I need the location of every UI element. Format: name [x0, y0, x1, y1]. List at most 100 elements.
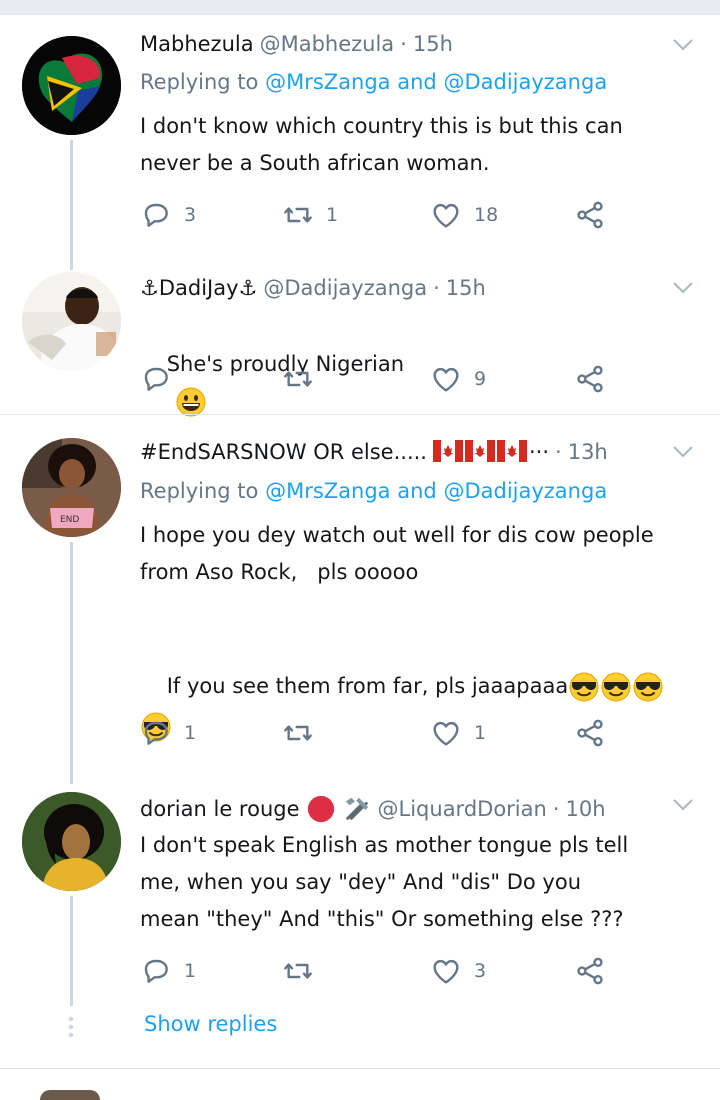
replying-to: Replying to @MrsZanga and @Dadijayzanga [140, 70, 608, 94]
share-icon [574, 363, 606, 395]
replying-to: Replying to @MrsZanga and @Dadijayzanga [140, 479, 608, 503]
timestamp[interactable]: 15h [413, 32, 453, 56]
separator-dot: · [555, 440, 562, 464]
retweet-icon [282, 363, 314, 395]
share-button[interactable] [574, 716, 606, 750]
separator-dot: · [400, 32, 407, 56]
display-name[interactable]: Mabhezula [140, 32, 254, 56]
display-name[interactable]: #EndSARSNOW OR else..... [140, 440, 427, 464]
retweet-count: 1 [326, 204, 339, 226]
heart-icon [430, 199, 462, 231]
like-button[interactable]: 1 [430, 716, 486, 750]
handle[interactable]: @Dadijayzanga [263, 276, 427, 300]
next-reply-partial [40, 1090, 100, 1100]
show-replies-link[interactable]: Show replies [144, 1012, 277, 1036]
separator-dot: · [552, 797, 560, 821]
reply-text: I hope you dey watch out well for dis co… [140, 523, 654, 584]
reply-button[interactable]: 1 [140, 716, 196, 750]
timestamp[interactable]: 13h [568, 440, 608, 464]
thread-divider [0, 414, 720, 415]
share-button[interactable] [574, 362, 606, 396]
reply-header: dorian le rouge @LiquardDorian · 10h [140, 794, 660, 824]
like-count: 18 [474, 204, 499, 226]
timestamp[interactable]: 10h [566, 797, 606, 821]
heart-icon [430, 717, 462, 749]
retweet-icon [282, 955, 314, 987]
share-icon [574, 199, 606, 231]
sunglasses-emoji [632, 671, 664, 703]
sunglasses-emoji [600, 671, 632, 703]
chevron-down-icon[interactable] [672, 281, 694, 295]
top-bar [0, 0, 720, 15]
mention-link[interactable]: @Dadijayzanga [443, 70, 607, 94]
action-bar: 1 1 [140, 716, 620, 750]
thread-line [70, 542, 73, 784]
reply-text: I don't speak English as mother tongue p… [140, 833, 629, 931]
like-count: 9 [474, 368, 487, 390]
retweet-button[interactable] [282, 362, 326, 396]
retweet-button[interactable] [282, 716, 326, 750]
separator-dot: · [433, 276, 440, 300]
canada-flag-icon [432, 440, 463, 462]
hammer-and-wrench-emoji [342, 794, 372, 824]
reply-button[interactable]: 1 [140, 954, 196, 988]
thread-line [70, 140, 73, 270]
share-button[interactable] [574, 954, 606, 988]
display-name[interactable]: ⚓DadiJay⚓ [140, 276, 257, 300]
reply-header: #EndSARSNOW OR else..... ··· · 13h [140, 440, 660, 464]
canada-flags: ··· [432, 440, 549, 464]
like-button[interactable]: 3 [430, 954, 486, 988]
red-circle-emoji [306, 794, 336, 824]
handle[interactable]: @LiquardDorian [378, 797, 547, 821]
svg-text:END: END [60, 515, 79, 525]
reply-text: I don't know which country this is but t… [140, 114, 623, 175]
action-bar: 3 1 18 [140, 198, 620, 232]
handle[interactable]: @Mabhezula [260, 32, 395, 56]
retweet-button[interactable]: 1 [282, 198, 338, 232]
mention-link[interactable]: @Dadijayzanga [443, 479, 607, 503]
reply-icon [140, 955, 172, 987]
retweet-icon [282, 199, 314, 231]
like-button[interactable]: 9 [430, 362, 486, 396]
reply-icon [140, 363, 172, 395]
retweet-button[interactable] [282, 954, 326, 988]
thread-divider [0, 1068, 720, 1069]
avatar[interactable] [22, 272, 121, 371]
canada-flag-icon [464, 440, 495, 462]
mention-link[interactable]: @MrsZanga [265, 70, 390, 94]
canada-flag-icon [496, 440, 527, 462]
chevron-down-icon[interactable] [672, 38, 694, 52]
mention-link[interactable]: @MrsZanga [265, 479, 390, 503]
reply-button[interactable]: 3 [140, 198, 196, 232]
like-button[interactable]: 18 [430, 198, 498, 232]
timestamp[interactable]: 15h [446, 276, 486, 300]
reply-text-2: If you see them from far, pls jaaapaaa [140, 626, 700, 786]
like-count: 1 [474, 722, 487, 744]
display-name[interactable]: dorian le rouge [140, 797, 300, 821]
reply-count: 1 [184, 722, 197, 744]
reply-icon [140, 717, 172, 749]
share-button[interactable] [574, 198, 606, 232]
heart-icon [430, 363, 462, 395]
like-count: 3 [474, 960, 487, 982]
reply-button[interactable] [140, 362, 184, 396]
reply-header: Mabhezula @Mabhezula · 15h [140, 32, 660, 56]
thread-line [70, 896, 73, 1006]
reply-icon [140, 199, 172, 231]
more-replies-dots-icon [68, 1016, 74, 1038]
heart-icon [430, 955, 462, 987]
share-icon [574, 717, 606, 749]
avatar[interactable]: END [22, 438, 121, 537]
action-bar: 1 3 [140, 954, 620, 988]
chevron-down-icon[interactable] [672, 445, 694, 459]
reply-header: ⚓DadiJay⚓ @Dadijayzanga · 15h [140, 276, 660, 300]
reply-count: 3 [184, 204, 197, 226]
avatar[interactable] [22, 792, 121, 891]
share-icon [574, 955, 606, 987]
avatar[interactable] [22, 36, 121, 135]
retweet-icon [282, 717, 314, 749]
action-bar: 9 [140, 362, 620, 396]
reply-count: 1 [184, 960, 197, 982]
sunglasses-emoji [568, 671, 600, 703]
chevron-down-icon[interactable] [672, 798, 694, 812]
